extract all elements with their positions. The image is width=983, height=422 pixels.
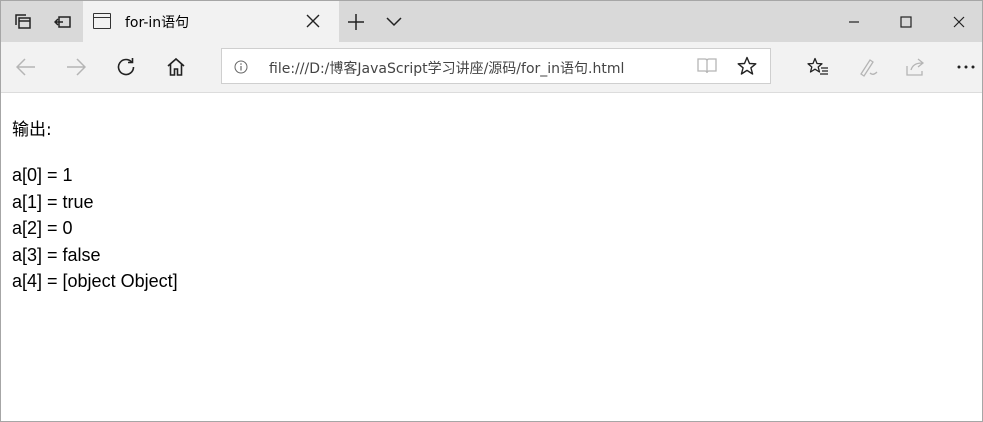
info-icon[interactable]	[234, 59, 248, 74]
more-icon	[957, 65, 975, 69]
tab-active[interactable]: for-in语句	[83, 1, 339, 42]
tab-preview-button[interactable]	[379, 1, 409, 42]
output-line: a[0] = 1	[12, 165, 73, 185]
tab-title: for-in语句	[125, 15, 190, 31]
maximize-button[interactable]	[883, 1, 929, 42]
share-icon	[906, 58, 925, 76]
close-icon	[306, 14, 320, 28]
favorite-button[interactable]	[732, 54, 762, 78]
title-bar: for-in语句	[1, 1, 982, 42]
refresh-button[interactable]	[109, 52, 143, 82]
share-button[interactable]	[899, 52, 933, 82]
close-window-button[interactable]	[936, 1, 982, 42]
output-line: a[1] = true	[12, 191, 94, 212]
refresh-icon	[117, 58, 135, 76]
forward-button[interactable]	[59, 52, 93, 82]
back-button[interactable]	[9, 52, 43, 82]
arrow-left-icon	[16, 58, 35, 76]
add-notes-button[interactable]	[851, 52, 885, 82]
tabs-set-aside-button[interactable]	[45, 1, 81, 42]
tab-close-button[interactable]	[299, 9, 327, 33]
url-text[interactable]: file:///D:/博客JavaScript学习讲座/源码/for_in语句.…	[269, 58, 624, 78]
navigation-bar: file:///D:/博客JavaScript学习讲座/源码/for_in语句.…	[1, 42, 982, 93]
arrow-right-icon	[67, 58, 86, 76]
pen-icon	[860, 59, 878, 77]
page-icon	[93, 13, 111, 29]
book-icon	[697, 58, 717, 74]
reading-view-button[interactable]	[692, 54, 722, 78]
minimize-button[interactable]	[831, 1, 877, 42]
plus-icon	[348, 13, 364, 30]
favorites-hub-button[interactable]	[801, 52, 835, 82]
output-heading: 输出:	[12, 120, 52, 140]
favorites-list-icon	[807, 57, 828, 75]
chevron-down-icon	[386, 16, 402, 26]
set-aside-tabs-button[interactable]	[5, 1, 41, 42]
star-icon	[737, 56, 757, 75]
restore-tabs-icon	[54, 15, 71, 28]
tabs-aside-icon	[15, 13, 31, 29]
maximize-icon	[900, 15, 912, 28]
new-tab-button[interactable]	[341, 1, 371, 42]
output-lines: a[0] = 1 a[1] = true a[2] = 0 a[3] = fal…	[12, 162, 178, 295]
home-button[interactable]	[159, 52, 193, 82]
output-line: a[4] = [object Object]	[12, 271, 178, 291]
close-icon	[953, 16, 965, 27]
minimize-icon	[849, 20, 859, 23]
browser-window: for-in语句 file:///D:/博客JavaScript学习讲座/源码/…	[0, 0, 983, 422]
home-icon	[167, 57, 185, 76]
address-bar[interactable]: file:///D:/博客JavaScript学习讲座/源码/for_in语句.…	[221, 48, 771, 84]
output-line: a[3] = false	[12, 244, 101, 265]
page-content: 输出: a[0] = 1 a[1] = true a[2] = 0 a[3] =…	[1, 93, 982, 421]
output-line: a[2] = 0	[12, 218, 73, 238]
more-menu-button[interactable]	[949, 52, 983, 82]
